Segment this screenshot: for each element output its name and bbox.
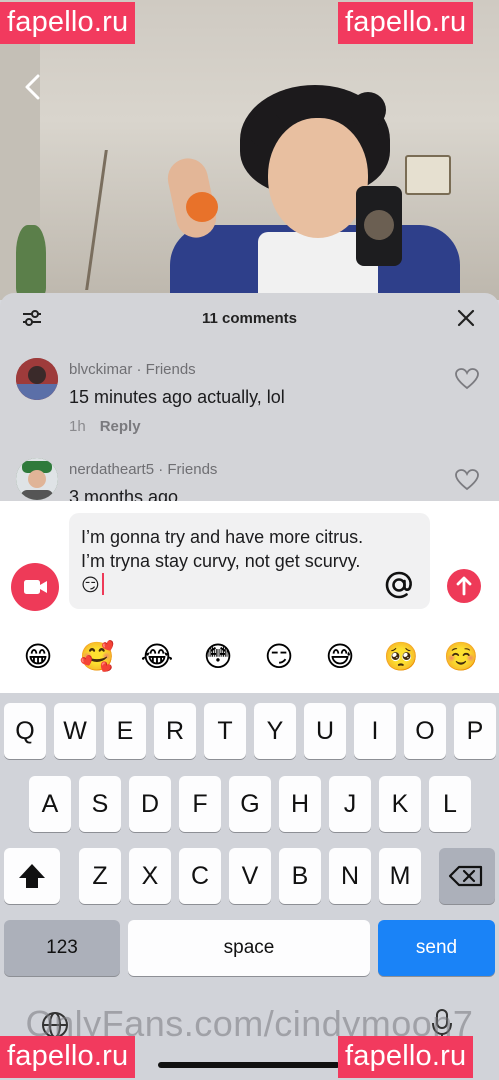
key-y[interactable]: Y [254,703,296,759]
photo-phone-case-art [364,210,394,240]
photo-shelf [85,150,148,290]
watermark-bottom-right: fapello.ru [338,1036,474,1078]
arrow-up-icon [456,576,472,596]
key-g[interactable]: G [229,776,271,832]
emoji-button[interactable]: ☺️ [443,639,479,675]
key-x[interactable]: X [129,848,171,904]
key-f[interactable]: F [179,776,221,832]
text-caret [101,573,104,595]
shift-arrow-icon [19,864,45,888]
comment-text: 3 months ago [69,487,179,501]
key-c[interactable]: C [179,848,221,904]
emoji-button[interactable]: 😏 [261,639,297,675]
home-indicator[interactable] [158,1062,340,1068]
watermark-top-left: fapello.ru [0,2,136,44]
comment-author[interactable]: nerdatheart5 · Friends [69,461,217,478]
emoji-button[interactable]: 🥰 [79,639,115,675]
back-chevron-icon[interactable] [18,72,48,102]
space-key[interactable]: space [128,920,370,976]
key-d[interactable]: D [129,776,171,832]
mention-at-icon[interactable] [383,569,415,601]
key-a[interactable]: A [29,776,71,832]
comment-text: 15 minutes ago actually, lol [69,387,285,407]
close-icon[interactable] [457,309,475,327]
comment-author[interactable]: blvckimar · Friends [69,361,196,378]
shift-key[interactable] [4,848,60,904]
emoji-suggestion-bar: 😁 🥰 😂 😳 😏 😅 🥺 ☺️ [0,623,499,693]
comment-item: blvckimar · Friends 15 minutes ago actua… [0,355,499,445]
photo-face [268,118,368,238]
video-camera-icon [24,580,47,594]
comment-composer: I’m gonna try and have more citrus. I’m … [0,501,499,623]
key-v[interactable]: V [229,848,271,904]
emoji-button[interactable]: 😁 [20,639,56,675]
emoji-button[interactable]: 😳 [200,639,236,675]
comment-input-value: I’m gonna try and have more citrus. I’m … [81,527,369,595]
key-s[interactable]: S [79,776,121,832]
key-m[interactable]: M [379,848,421,904]
key-o[interactable]: O [404,703,446,759]
comment-meta: 1h Reply [69,418,141,435]
video-background [0,0,499,300]
emoji-button[interactable]: 🥺 [383,639,419,675]
comments-panel: 11 comments blvckimar · Friends 15 minut… [0,293,499,501]
key-r[interactable]: R [154,703,196,759]
key-h[interactable]: H [279,776,321,832]
key-p[interactable]: P [454,703,496,759]
send-key[interactable]: send [378,920,495,976]
comments-count-title: 11 comments [201,310,298,327]
key-b[interactable]: B [279,848,321,904]
key-k[interactable]: K [379,776,421,832]
emoji-button[interactable]: 😅 [322,639,358,675]
backspace-key[interactable] [439,848,495,904]
post-comment-button[interactable] [447,569,481,603]
comment-item: nerdatheart5 · Friends 3 months ago [0,457,499,501]
like-heart-icon[interactable] [455,469,479,491]
photo-plant [16,225,46,295]
comment-input-text[interactable]: I’m gonna try and have more citrus. I’m … [81,525,371,597]
key-w[interactable]: W [54,703,96,759]
comment-input[interactable]: I’m gonna try and have more citrus. I’m … [69,513,430,609]
comment-age: 1h [69,418,86,435]
reply-button[interactable]: Reply [100,418,141,435]
avatar[interactable] [16,358,58,400]
photo-thermostat [405,155,451,195]
photo-orange [186,192,218,222]
key-i[interactable]: I [354,703,396,759]
video-reply-button[interactable] [11,563,59,611]
key-u[interactable]: U [304,703,346,759]
watermark-top-right: fapello.ru [338,2,474,44]
key-e[interactable]: E [104,703,146,759]
backspace-icon [448,865,483,887]
like-heart-icon[interactable] [455,368,479,390]
key-j[interactable]: J [329,776,371,832]
key-l[interactable]: L [429,776,471,832]
emoji-button[interactable]: 😂 [139,639,175,675]
key-z[interactable]: Z [79,848,121,904]
numbers-key[interactable]: 123 [4,920,120,976]
key-n[interactable]: N [329,848,371,904]
comments-header: 11 comments [0,293,499,343]
key-q[interactable]: Q [4,703,46,759]
watermark-bottom-left: fapello.ru [0,1036,136,1078]
photo-hair-bun-right [350,92,386,128]
key-t[interactable]: T [204,703,246,759]
avatar[interactable] [16,458,58,500]
